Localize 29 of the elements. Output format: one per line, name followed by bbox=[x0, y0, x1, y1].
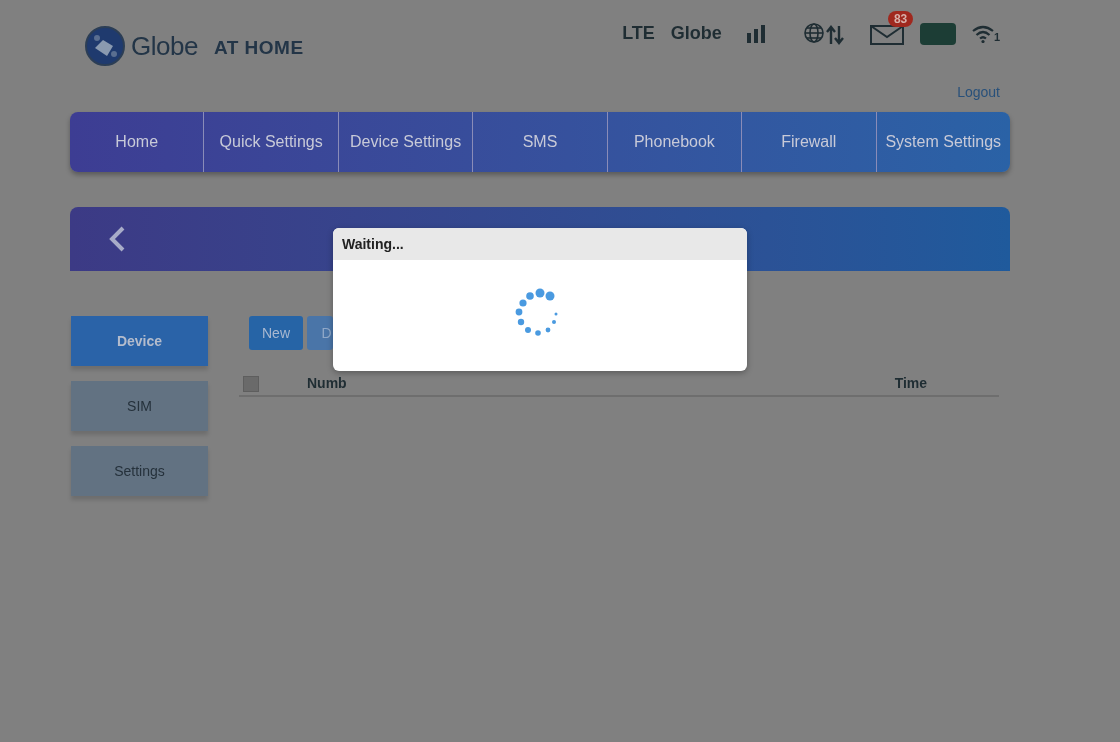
select-all-checkbox[interactable] bbox=[243, 375, 259, 392]
nav-tab[interactable]: System Settings bbox=[875, 112, 1010, 172]
logout-link[interactable]: Logout bbox=[957, 82, 1000, 112]
brand-name: Globe bbox=[131, 29, 198, 63]
operator-name: Globe bbox=[670, 22, 722, 45]
sidebar-item[interactable]: SIM bbox=[71, 381, 208, 431]
sidebar-item[interactable]: Device bbox=[71, 316, 208, 366]
nav-tab[interactable]: Device Settings bbox=[337, 112, 473, 172]
toolbar-button[interactable]: New bbox=[249, 316, 303, 350]
sim-card-icon bbox=[919, 22, 956, 45]
back-icon[interactable] bbox=[108, 226, 126, 252]
wifi-icon bbox=[971, 24, 994, 43]
nav-tab[interactable]: Phonebook bbox=[606, 112, 742, 172]
globe-logo-icon bbox=[85, 26, 125, 66]
mail-icon bbox=[869, 22, 904, 45]
sidebar-item[interactable]: Settings bbox=[71, 446, 208, 496]
unread-count-badge: 83 bbox=[887, 10, 914, 27]
column-header: Time bbox=[894, 374, 928, 393]
signal-icon bbox=[745, 23, 768, 44]
nav-tab[interactable]: SMS bbox=[472, 112, 607, 172]
column-header: Numb bbox=[307, 374, 347, 393]
dialog-title: Waiting... bbox=[342, 234, 404, 254]
network-type: LTE bbox=[622, 22, 655, 45]
globe-data-icon bbox=[803, 22, 846, 45]
wifi-client-count: 1 bbox=[993, 31, 1000, 43]
nav-tab[interactable]: Firewall bbox=[741, 112, 876, 172]
nav-tab[interactable]: Quick Settings bbox=[203, 112, 338, 172]
brand-tagline: AT HOME bbox=[213, 35, 304, 60]
nav-tab[interactable]: Home bbox=[70, 112, 204, 172]
